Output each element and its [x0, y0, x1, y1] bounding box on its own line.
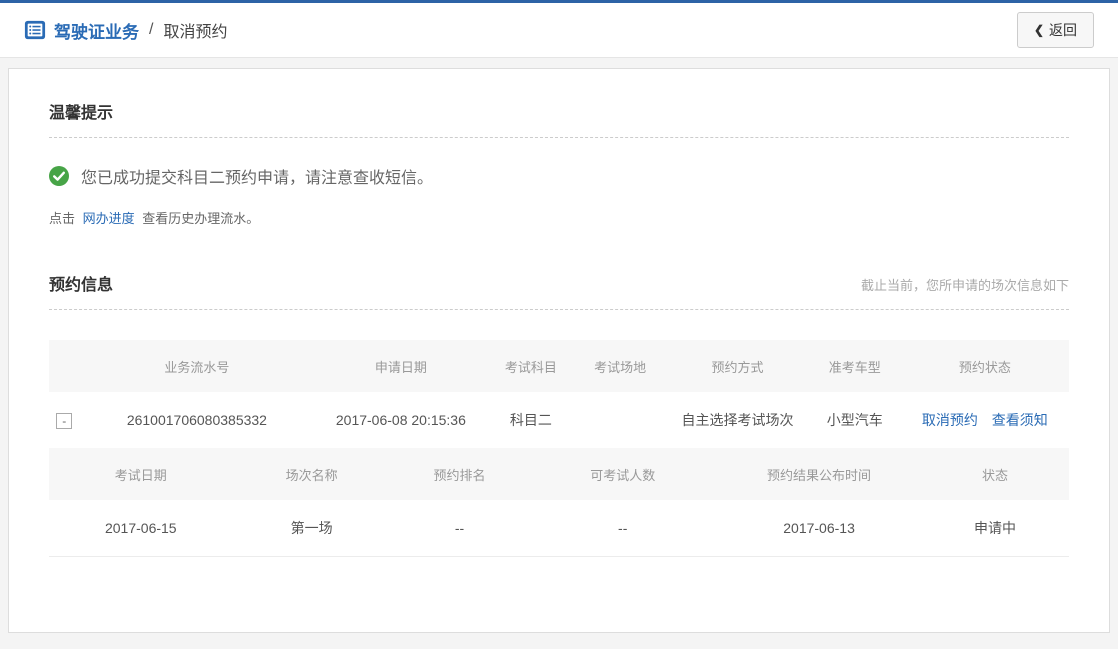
- session-detail-table: 考试日期 场次名称 预约排名 可考试人数 预约结果公布时间 状态 2017-06…: [49, 448, 1069, 557]
- col-capacity: 可考试人数: [528, 448, 717, 500]
- col-status: 预约状态: [901, 340, 1069, 392]
- session-name-value: 第一场: [233, 500, 391, 556]
- session-status-value: 申请中: [921, 500, 1069, 556]
- breadcrumb-separator: /: [149, 21, 153, 39]
- success-message-row: 您已成功提交科目二预约申请，请注意查收短信。: [49, 164, 1069, 188]
- appointment-row: - 261001706080385332 2017-06-08 20:15:36…: [49, 392, 1069, 448]
- progress-hint-prefix: 点击: [49, 211, 75, 226]
- col-result-time: 预约结果公布时间: [717, 448, 921, 500]
- col-session-status: 状态: [921, 448, 1069, 500]
- col-venue: 考试场地: [574, 340, 666, 392]
- vehicle-value: 小型汽车: [809, 392, 901, 448]
- expander-cell: -: [49, 392, 80, 448]
- venue-value: [574, 392, 666, 448]
- progress-hint-suffix: 查看历史办理流水。: [142, 211, 259, 226]
- col-session-name: 场次名称: [233, 448, 391, 500]
- divider: [49, 137, 1069, 138]
- list-icon: [24, 19, 46, 41]
- breadcrumb: 驾驶证业务 / 取消预约: [24, 18, 227, 43]
- rank-value: --: [391, 500, 529, 556]
- apply-date-value: 2017-06-08 20:15:36: [314, 392, 487, 448]
- session-detail-header-row: 考试日期 场次名称 预约排名 可考试人数 预约结果公布时间 状态: [49, 448, 1069, 500]
- breadcrumb-current-page: 取消预约: [163, 18, 227, 42]
- session-detail-row: 2017-06-15 第一场 -- -- 2017-06-13 申请中: [49, 500, 1069, 556]
- success-check-icon: [49, 166, 69, 186]
- col-subject: 考试科目: [488, 340, 575, 392]
- tips-section: 温馨提示 您已成功提交科目二预约申请，请注意查收短信。 点击 网办进度 查看历史…: [49, 99, 1069, 227]
- view-notice-link[interactable]: 查看须知: [992, 412, 1048, 428]
- breadcrumb-business-type[interactable]: 驾驶证业务: [54, 18, 139, 43]
- col-exam-date: 考试日期: [49, 448, 233, 500]
- result-time-value: 2017-06-13: [717, 500, 921, 556]
- back-button[interactable]: ❮ 返回: [1017, 12, 1094, 48]
- appointment-table: 业务流水号 申请日期 考试科目 考试场地 预约方式 准考车型 预约状态 -: [49, 340, 1069, 448]
- booking-section: 预约信息 截止当前，您所申请的场次信息如下 业务流水号 申请日期 考试科目 考: [49, 271, 1069, 557]
- col-method: 预约方式: [666, 340, 809, 392]
- appointment-table-header-row: 业务流水号 申请日期 考试科目 考试场地 预约方式 准考车型 预约状态: [49, 340, 1069, 392]
- col-apply-date: 申请日期: [314, 340, 487, 392]
- col-vehicle: 准考车型: [809, 340, 901, 392]
- booking-section-header: 预约信息 截止当前，您所申请的场次信息如下: [49, 271, 1069, 295]
- booking-subtitle: 截止当前，您所申请的场次信息如下: [861, 275, 1069, 294]
- divider: [49, 309, 1069, 310]
- tips-title: 温馨提示: [49, 99, 1069, 123]
- progress-hint-row: 点击 网办进度 查看历史办理流水。: [49, 208, 1069, 227]
- capacity-value: --: [528, 500, 717, 556]
- chevron-left-icon: ❮: [1034, 23, 1044, 37]
- booking-tables: 业务流水号 申请日期 考试科目 考试场地 预约方式 准考车型 预约状态 -: [49, 340, 1069, 557]
- subject-value: 科目二: [488, 392, 575, 448]
- main-panel: 温馨提示 您已成功提交科目二预约申请，请注意查收短信。 点击 网办进度 查看历史…: [8, 68, 1110, 633]
- page-header: 驾驶证业务 / 取消预约 ❮ 返回: [0, 3, 1118, 58]
- success-message: 您已成功提交科目二预约申请，请注意查收短信。: [81, 164, 433, 188]
- exam-date-value: 2017-06-15: [49, 500, 233, 556]
- back-button-label: 返回: [1049, 20, 1077, 40]
- expander-column-header: [49, 340, 80, 392]
- actions-cell: 取消预约 查看须知: [901, 392, 1069, 448]
- online-progress-link[interactable]: 网办进度: [83, 211, 135, 226]
- col-rank: 预约排名: [391, 448, 529, 500]
- col-serial: 业务流水号: [80, 340, 315, 392]
- collapse-toggle[interactable]: -: [56, 413, 72, 429]
- serial-value: 261001706080385332: [80, 392, 315, 448]
- cancel-appointment-link[interactable]: 取消预约: [922, 412, 978, 428]
- booking-title: 预约信息: [49, 271, 113, 295]
- method-value: 自主选择考试场次: [666, 392, 809, 448]
